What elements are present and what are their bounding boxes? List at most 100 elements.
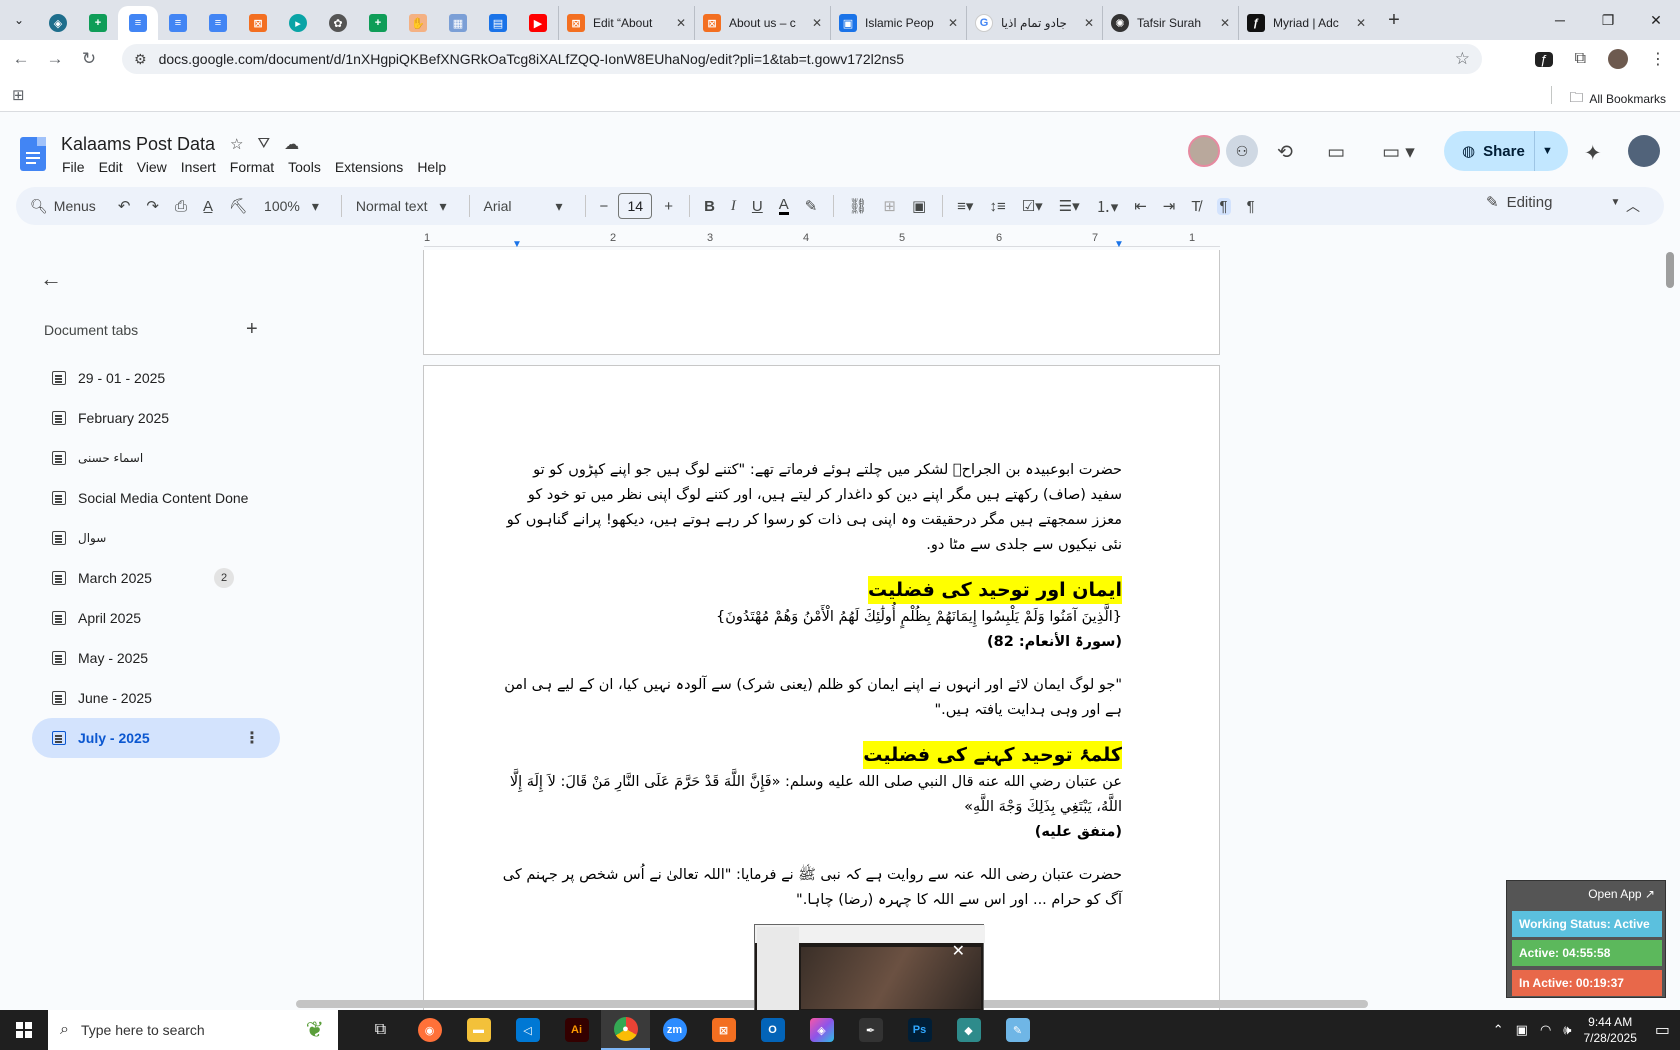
image-icon[interactable]: ▣ (912, 197, 926, 215)
increase-indent-icon[interactable]: ⇥ (1163, 197, 1176, 215)
wifi-icon[interactable]: ◠ (1540, 1022, 1551, 1038)
browser-menu-icon[interactable]: ⋮ (1650, 49, 1666, 69)
firefox-app[interactable]: ◉ (405, 1010, 454, 1050)
gemini-sparkle-icon[interactable]: ✦ (1584, 141, 1602, 166)
pinned-tab[interactable]: ✿ (318, 6, 358, 40)
minimize-icon[interactable]: ─ (1536, 0, 1584, 40)
zoom-app[interactable]: zm (650, 1010, 699, 1050)
extensions-puzzle-icon[interactable]: ⧉ (1575, 50, 1586, 68)
font-size-input[interactable]: 14 (618, 193, 653, 219)
extension-f-icon[interactable]: ƒ (1535, 51, 1553, 67)
link-icon[interactable]: ⛓ (848, 197, 867, 215)
clock[interactable]: 9:44 AM 7/28/2025 (1583, 1014, 1636, 1046)
version-history-icon[interactable]: ⟲ (1277, 141, 1293, 164)
chevron-up-icon[interactable]: ︿ (1626, 196, 1640, 216)
notepad-app[interactable]: ✎ (993, 1010, 1042, 1050)
highlight-icon[interactable]: ✎ (805, 197, 818, 215)
underline-icon[interactable]: U (752, 198, 763, 215)
undo-icon[interactable]: ↶ (118, 197, 131, 215)
taskbar-search[interactable]: ⌕ Type here to search ❦ (48, 1010, 338, 1050)
menu-insert[interactable]: Insert (181, 159, 216, 175)
decrease-font-icon[interactable]: − (600, 198, 609, 215)
sidebar-item-tab[interactable]: June - 2025 (32, 678, 280, 718)
font-select[interactable]: Arial ▾ (484, 198, 563, 215)
account-avatar[interactable] (1628, 135, 1660, 167)
menu-help[interactable]: Help (417, 159, 446, 175)
sidebar-item-tab[interactable]: 29 - 01 - 2025 (32, 358, 280, 398)
close-icon[interactable]: ✕ (812, 16, 822, 30)
open-app-link[interactable]: Open App ↗ (1588, 887, 1655, 901)
sidebar-item-tab[interactable]: May - 2025 (32, 638, 280, 678)
browser-tab[interactable]: ƒ Myriad | Adc ✕ (1238, 6, 1374, 40)
profile-avatar-icon[interactable] (1608, 49, 1628, 69)
sidebar-item-tab-active[interactable]: July - 2025 ⋮ (32, 718, 280, 758)
reload-icon[interactable]: ↻ (72, 49, 106, 69)
photos-app[interactable]: ◈ (797, 1010, 846, 1050)
menu-format[interactable]: Format (230, 159, 274, 175)
style-select[interactable]: Normal text ▾ (356, 198, 447, 215)
meet-chat-icon[interactable]: ⚇ (1226, 135, 1258, 167)
pinned-tab[interactable]: ◈ (38, 6, 78, 40)
numbered-list-icon[interactable]: ⒈▾ (1096, 196, 1119, 217)
sidebar-item-tab[interactable]: February 2025 (32, 398, 280, 438)
collaborator-avatar[interactable] (1188, 135, 1220, 167)
pinned-tab[interactable]: ▸ (278, 6, 318, 40)
forward-icon[interactable]: → (38, 49, 72, 69)
pinned-tab[interactable]: ▶ (518, 6, 558, 40)
site-info-icon[interactable]: ⚙ (134, 51, 147, 68)
video-preview-overlay[interactable]: ✕ (754, 924, 985, 1012)
document-title[interactable]: Kalaams Post Data (61, 134, 215, 155)
menu-extensions[interactable]: Extensions (335, 159, 403, 175)
italic-icon[interactable]: I (731, 198, 736, 215)
align-icon[interactable]: ≡▾ (957, 197, 973, 215)
pinned-tab[interactable]: ✋ (398, 6, 438, 40)
back-icon[interactable]: ← (4, 49, 38, 69)
pinned-tab-active[interactable]: ≡ (118, 6, 158, 40)
ruler[interactable]: 1 2 3 4 5 6 7 1 ▼ ▼ (424, 231, 1220, 250)
left-indent-marker-icon[interactable]: ▼ (512, 239, 522, 250)
pinned-tab[interactable]: + (358, 6, 398, 40)
outlook-app[interactable]: O (748, 1010, 797, 1050)
ltr-direction-icon[interactable]: ¶ (1216, 197, 1231, 215)
pinned-tab[interactable]: + (78, 6, 118, 40)
illustrator-app[interactable]: Ai (552, 1010, 601, 1050)
add-tab-icon[interactable]: + (246, 318, 258, 341)
vscode-app[interactable]: ◁ (503, 1010, 552, 1050)
bulleted-list-icon[interactable]: ☰▾ (1059, 197, 1080, 215)
paint-format-icon[interactable]: ⛏ (229, 197, 248, 215)
meet-video-icon[interactable]: ▭ ▾ (1382, 141, 1415, 164)
editing-mode-select[interactable]: ✎ Editing ▼ (1486, 193, 1620, 212)
right-indent-marker-icon[interactable]: ▼ (1114, 239, 1124, 250)
orange-app[interactable]: ⊠ (699, 1010, 748, 1050)
tab-search-button[interactable]: ⌄ (0, 0, 38, 40)
bookmark-star-icon[interactable]: ☆ (1455, 49, 1470, 69)
page-previous[interactable] (423, 250, 1220, 355)
sidebar-item-tab[interactable]: Social Media Content Done (32, 478, 280, 518)
share-button[interactable]: ◍ Share ▼ (1444, 131, 1568, 171)
sidebar-item-tab[interactable]: سوال (32, 518, 280, 558)
chrome-app[interactable]: ● (601, 1010, 650, 1050)
close-icon[interactable]: ✕ (1356, 16, 1366, 30)
rtl-direction-icon[interactable]: ¶ (1247, 198, 1255, 215)
browser-tab[interactable]: ⊠ About us – c ✕ (694, 6, 830, 40)
comment-add-icon[interactable]: ⊞ (883, 197, 896, 215)
vertical-scrollbar[interactable] (1666, 252, 1674, 288)
photoshop-app[interactable]: Ps (895, 1010, 944, 1050)
pinned-tab[interactable]: ▤ (478, 6, 518, 40)
browser-tab[interactable]: ▣ Islamic Peop ✕ (830, 6, 966, 40)
zoom-select[interactable]: 100% ▾ (264, 198, 319, 215)
move-to-drive-icon[interactable]: ⛛ (257, 135, 270, 153)
start-button[interactable] (0, 1022, 48, 1038)
more-options-icon[interactable]: ⋮ (244, 728, 260, 748)
address-bar[interactable]: ⚙ docs.google.com/document/d/1nXHgpiQKBe… (122, 44, 1482, 74)
decrease-indent-icon[interactable]: ⇤ (1134, 197, 1147, 215)
document-body[interactable]: حضرت ابوعبیدہ بن الجراحؓ لشکر میں چلتے ہ… (500, 458, 1122, 913)
close-icon[interactable]: ✕ (1220, 16, 1230, 30)
gem-app[interactable]: ◆ (944, 1010, 993, 1050)
browser-tab[interactable]: ✺ Tafsir Surah ✕ (1102, 6, 1238, 40)
line-spacing-icon[interactable]: ↕≡ (989, 198, 1005, 215)
clear-formatting-icon[interactable]: T̸ (1191, 198, 1200, 215)
chevron-up-icon[interactable]: ⌃ (1493, 1022, 1504, 1038)
restore-icon[interactable]: ❐ (1584, 0, 1632, 40)
cloud-saved-icon[interactable]: ☁ (284, 135, 299, 153)
